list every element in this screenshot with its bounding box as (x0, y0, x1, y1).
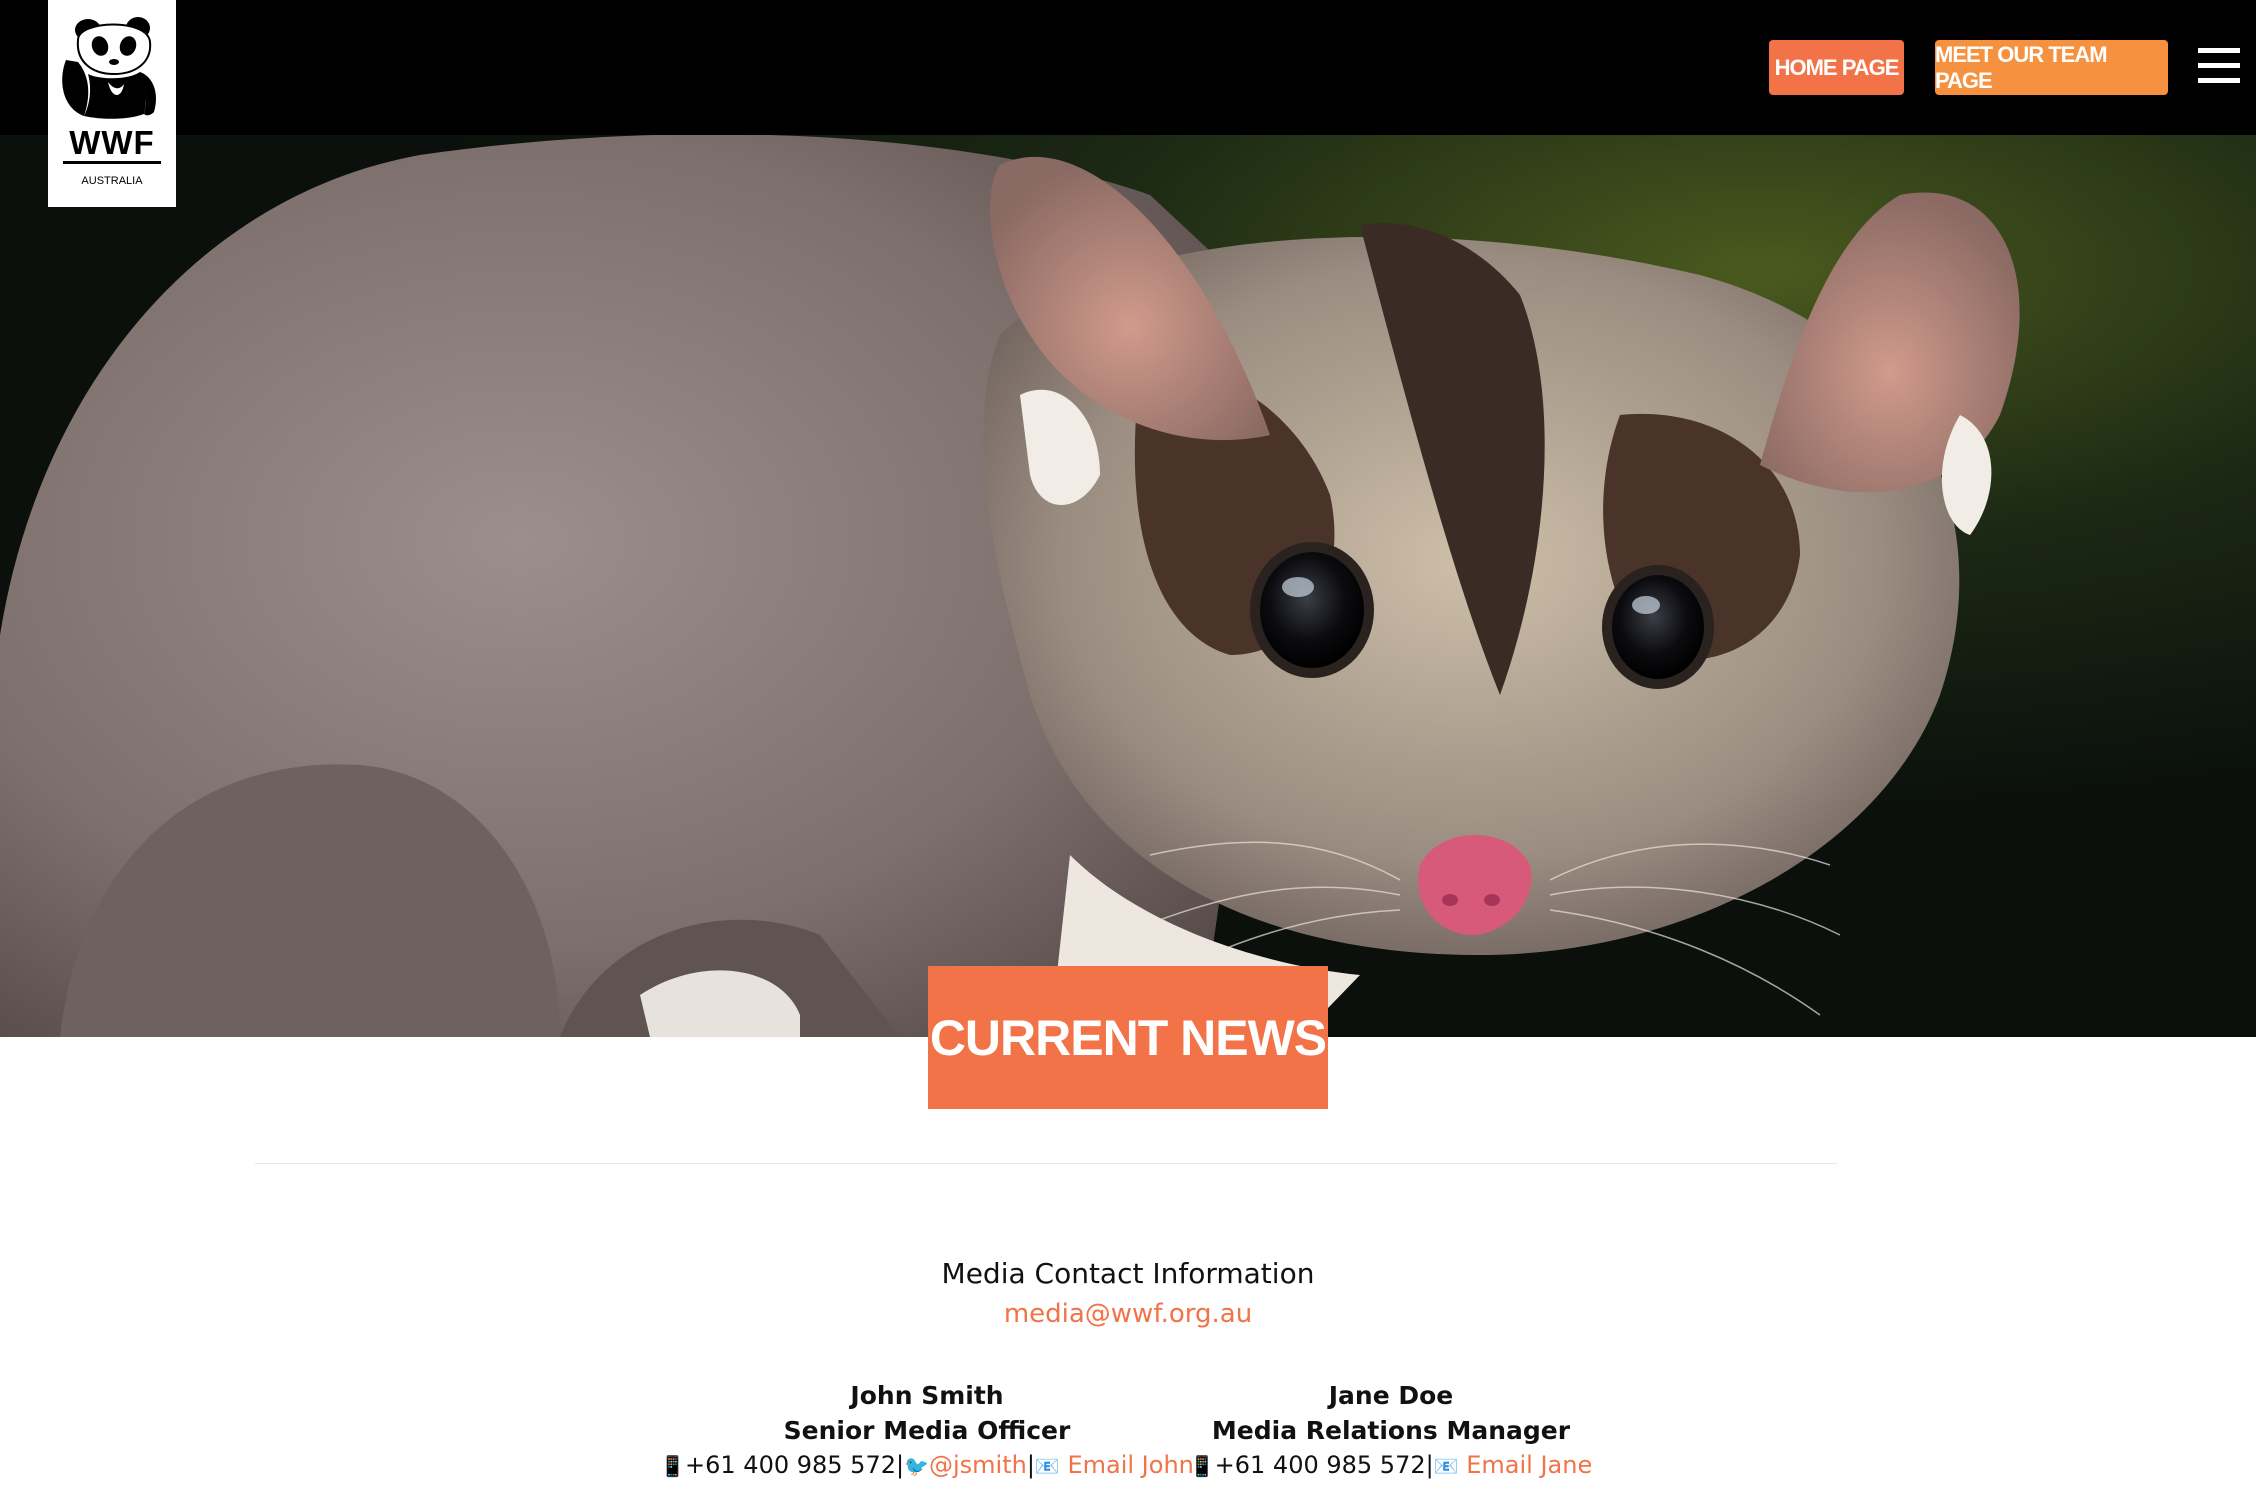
logo-wordmark: WWF (69, 124, 155, 161)
envelope-icon: 📧 (1433, 1454, 1459, 1478)
hamburger-icon[interactable] (2198, 48, 2240, 86)
media-email-link[interactable]: media@wwf.org.au (0, 1299, 2256, 1329)
home-page-button[interactable]: HOME PAGE (1769, 40, 1904, 95)
hero-image (0, 135, 2256, 1037)
email-jane-link[interactable]: Email Jane (1466, 1451, 1592, 1479)
mobile-phone-icon: 📱 (660, 1454, 686, 1478)
logo-country: AUSTRALIA (81, 175, 143, 187)
contact-name: Jane Doe (1328, 1381, 1454, 1410)
contact-card-jane: Jane Doe Media Relations Manager 📱+61 40… (1091, 1378, 1691, 1484)
media-contact-title: Media Contact Information (941, 1257, 1315, 1290)
contact-role: Media Relations Manager (1211, 1416, 1571, 1445)
envelope-icon: 📧 (1034, 1454, 1060, 1478)
mobile-phone-icon: 📱 (1189, 1454, 1215, 1478)
contact-phone: +61 400 985 572 (1214, 1451, 1426, 1479)
sugar-glider-photo (0, 135, 2256, 1037)
section-divider (255, 1163, 1837, 1164)
separator: | (895, 1451, 905, 1479)
current-news-badge: CURRENT NEWS (928, 966, 1328, 1109)
wwf-logo[interactable]: WWF AUSTRALIA (48, 0, 176, 207)
bird-icon: 🐦 (904, 1454, 929, 1478)
contact-phone: +61 400 985 572 (685, 1451, 896, 1479)
logo-divider (63, 161, 161, 164)
panda-icon (62, 17, 157, 119)
top-navigation-bar (0, 0, 2256, 135)
twitter-link[interactable]: @jsmith (929, 1451, 1027, 1479)
contact-details: 📱+61 400 985 572|📧 Email Jane (1091, 1448, 1691, 1484)
separator: | (1425, 1451, 1434, 1479)
separator: | (1026, 1451, 1035, 1479)
meet-our-team-button[interactable]: MEET OUR TEAM PAGE (1935, 40, 2168, 95)
